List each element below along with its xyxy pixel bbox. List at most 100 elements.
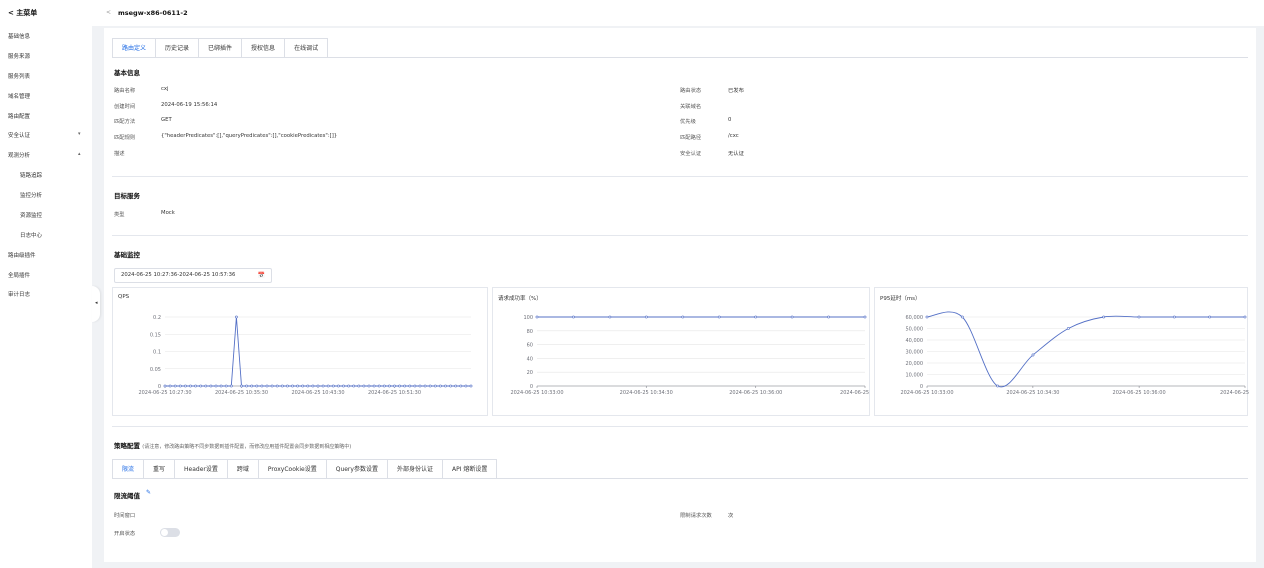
sidebar-item-service-source[interactable]: 服务来源 (8, 52, 30, 60)
date-range-picker[interactable]: 2024-06-25 10:27:36-2024-06-25 10:57:36 … (114, 268, 272, 283)
data-point (265, 384, 269, 388)
y-tick-label: 0.1 (153, 350, 161, 356)
y-tick-label: 50,000 (906, 327, 924, 333)
data-point (754, 315, 758, 319)
priority-label: 优先级 (680, 119, 696, 125)
data-point (454, 384, 458, 388)
x-tick-label: 2024-06-25 10:27:30 (138, 390, 191, 396)
data-point (413, 384, 417, 388)
sidebar-collapse-handle[interactable]: ◂ (92, 286, 100, 322)
tab-divider (112, 478, 1248, 479)
tab-online-debug[interactable]: 在线调试 (284, 38, 329, 58)
match-path-value: /cxc (728, 133, 739, 139)
data-point (245, 384, 249, 388)
data-point (403, 384, 407, 388)
y-tick-label: 0.2 (153, 315, 161, 321)
data-point (1243, 315, 1247, 319)
calendar-icon[interactable]: 📅 (258, 269, 265, 282)
match-method-label: 匹配方法 (114, 119, 136, 125)
created-time-value: 2024-06-19 15:56:14 (161, 102, 218, 108)
data-point (398, 384, 402, 388)
sidebar-item-route-config[interactable]: 路由配置 (8, 112, 30, 120)
sidebar-item-basic-info[interactable]: 基础信息 (8, 32, 30, 40)
enable-toggle[interactable] (160, 528, 180, 537)
main-panel: 路由定义 历史记录 已绑插件 授权信息 在线调试 基本信息 路由名称 cxj 创… (104, 28, 1256, 562)
data-point (418, 384, 422, 388)
strategy-note: (请注意，修改路由策略不同步数据到插件配置，而修改应用插件配置会同步数据到相应策… (142, 444, 352, 450)
back-arrow-icon[interactable]: < (106, 9, 111, 16)
y-tick-label: 0.05 (150, 367, 161, 373)
data-point (464, 384, 468, 388)
data-point (433, 384, 437, 388)
tab-rewrite[interactable]: 重写 (143, 459, 176, 479)
x-tick-label: 2024-06-25 10:35:30 (215, 390, 268, 396)
data-point (423, 384, 427, 388)
sidebar-item-tracing[interactable]: 链路追踪 (20, 171, 42, 179)
sidebar-item-log-center[interactable]: 日志中心 (20, 231, 42, 239)
data-point (357, 384, 361, 388)
success-rate-chart-svg: 0204060801002024-06-25 10:33:00 2024-06-2… (510, 315, 871, 396)
strategy-tabs: 限流 重写 Header设置 跨域 ProxyCookie设置 Query参数设… (112, 459, 498, 479)
match-path-label: 匹配路径 (680, 135, 702, 141)
data-point (387, 384, 391, 388)
x-tick-label: 2024-06-25 10:33:00 (510, 390, 563, 396)
tab-api-circuit-breaker[interactable]: API 熔断设置 (441, 459, 498, 479)
y-tick-label: 0.15 (150, 332, 161, 338)
data-point (316, 384, 320, 388)
data-point (960, 315, 964, 319)
tab-route-definition[interactable]: 路由定义 (112, 38, 157, 58)
sidebar-item-resource-monitor[interactable]: 资源监控 (20, 211, 42, 219)
chevron-up-icon[interactable]: ▴ (78, 151, 81, 157)
data-point (469, 384, 473, 388)
x-tick-label: 2024-06-25 10:43:30 (291, 390, 344, 396)
related-domain-label: 关联域名 (680, 104, 702, 110)
tab-auth-info[interactable]: 授权信息 (241, 38, 286, 58)
data-point (347, 384, 351, 388)
sidebar-item-security-auth[interactable]: 安全认证 (8, 131, 30, 139)
sidebar-item-observability[interactable]: 观测分析 (8, 151, 30, 159)
section-divider (112, 426, 1248, 427)
tab-history[interactable]: 历史记录 (155, 38, 200, 58)
y-tick-label: 100 (523, 315, 533, 321)
sidebar-item-domain-management[interactable]: 域名管理 (8, 92, 30, 100)
route-name-label: 路由名称 (114, 88, 136, 94)
data-point (199, 384, 203, 388)
sidebar-item-route-plugins[interactable]: 路由级插件 (8, 251, 36, 259)
tab-rate-limit[interactable]: 限流 (112, 459, 145, 479)
type-label: 类型 (114, 212, 125, 218)
tab-bound-plugins[interactable]: 已绑插件 (198, 38, 243, 58)
y-tick-label: 60,000 (906, 315, 924, 321)
rate-limit-title: 限流阈值 (114, 492, 140, 500)
edit-icon[interactable]: ✎ (146, 489, 151, 496)
tab-cors[interactable]: 跨域 (226, 459, 259, 479)
tab-query-params[interactable]: Query参数设置 (325, 459, 388, 479)
basic-info-title: 基本信息 (114, 69, 140, 77)
data-point (301, 384, 305, 388)
y-tick-label: 80 (527, 329, 533, 335)
success-rate-chart: 请求成功率（%） 0 20 40 60 80 100 2024-06-25 10:33:00… (492, 287, 871, 416)
tab-external-auth[interactable]: 外部身份认证 (386, 459, 443, 479)
data-point (194, 384, 198, 388)
sidebar: < 主菜单 基础信息 服务来源 服务列表 域名管理 路由配置 安全认证 ▾ 观测… (0, 0, 92, 568)
time-window-label: 时间窗口 (114, 513, 136, 519)
back-to-main-menu[interactable]: < 主菜单 (8, 8, 37, 18)
data-point (255, 384, 259, 388)
qps-chart-svg: 00.050.10.150.22024-06-25 10:27:30 2024-0… (138, 315, 473, 396)
data-point (1137, 315, 1141, 319)
data-point (438, 384, 442, 388)
enable-status-label: 开启状态 (114, 531, 136, 537)
data-point (608, 315, 612, 319)
sidebar-item-monitoring[interactable]: 监控分析 (20, 191, 42, 199)
data-point (285, 384, 289, 388)
tab-header-settings[interactable]: Header设置 (174, 459, 228, 479)
request-limit-value: 次 (728, 513, 734, 519)
data-point (240, 384, 243, 388)
data-point (382, 384, 386, 388)
sidebar-item-audit-log[interactable]: 审计日志 (8, 290, 30, 298)
sidebar-item-service-list[interactable]: 服务列表 (8, 72, 30, 80)
strategy-title: 策略配置 (请注意，修改路由策略不同步数据到插件配置，而修改应用插件配置会同步数… (114, 440, 351, 450)
tab-proxy-cookie[interactable]: ProxyCookie设置 (257, 459, 327, 479)
chevron-down-icon[interactable]: ▾ (78, 131, 81, 137)
p95-latency-chart-svg: 010,00020,00030,00040,00050,00060,000202… (900, 311, 1249, 396)
sidebar-item-global-plugins[interactable]: 全局插件 (8, 271, 30, 279)
